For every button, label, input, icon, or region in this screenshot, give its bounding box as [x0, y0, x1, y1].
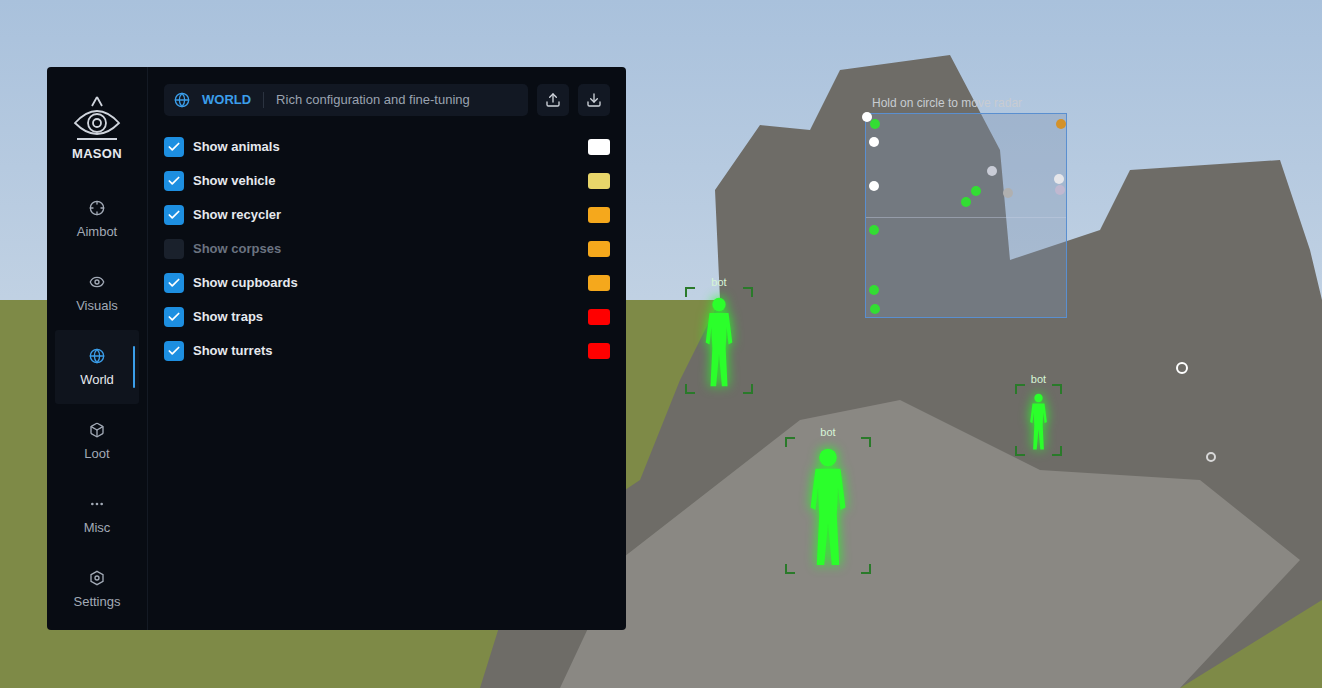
check-icon: [167, 310, 181, 324]
radar-dot: [870, 304, 880, 314]
color-swatch[interactable]: [588, 309, 610, 325]
color-swatch[interactable]: [588, 275, 610, 291]
color-swatch[interactable]: [588, 241, 610, 257]
option-row[interactable]: Show recycler: [164, 198, 610, 232]
nav-item[interactable]: Aimbot: [55, 182, 139, 256]
radar-dot: [1056, 119, 1066, 129]
section-header: WORLDRich configuration and fine-tuning: [164, 84, 528, 116]
esp-label: bot: [1015, 373, 1062, 385]
nav-item[interactable]: World: [55, 330, 139, 404]
color-swatch[interactable]: [588, 343, 610, 359]
radar-dot: [971, 186, 981, 196]
esp-box: bot: [685, 287, 753, 394]
nav-item[interactable]: Loot: [55, 404, 139, 478]
import-button[interactable]: [578, 84, 610, 116]
esp-label: bot: [685, 276, 753, 288]
checkbox[interactable]: [164, 273, 184, 293]
color-swatch[interactable]: [588, 207, 610, 223]
nav-icon: [89, 496, 105, 512]
checkbox[interactable]: [164, 171, 184, 191]
nav-icon: [89, 200, 105, 216]
check-icon: [167, 344, 181, 358]
nav-item[interactable]: Settings: [55, 552, 139, 626]
export-button[interactable]: [537, 84, 569, 116]
radar-dot: [869, 285, 879, 295]
checkbox[interactable]: [164, 239, 184, 259]
esp-label: bot: [785, 426, 871, 438]
radar-dot: [869, 181, 879, 191]
radar-dot: [869, 137, 879, 147]
option-row[interactable]: Show vehicle: [164, 164, 610, 198]
radar[interactable]: [865, 113, 1067, 318]
checkbox[interactable]: [164, 341, 184, 361]
nav-icon: [89, 348, 105, 364]
player-figure-icon: [1021, 392, 1056, 452]
radar-hint: Hold on circle to move radar: [872, 96, 1022, 110]
download-icon: [586, 92, 602, 108]
content: WORLDRich configuration and fine-tuning S…: [148, 67, 626, 630]
radar-dot: [1054, 174, 1064, 184]
check-icon: [167, 174, 181, 188]
option-row[interactable]: Show cupboards: [164, 266, 610, 300]
check-icon: [167, 276, 181, 290]
option-row[interactable]: Show corpses: [164, 232, 610, 266]
esp-box: bot: [1015, 384, 1062, 456]
radar-dot: [961, 197, 971, 207]
color-swatch[interactable]: [588, 173, 610, 189]
option-row[interactable]: Show animals: [164, 130, 610, 164]
upload-icon: [545, 92, 561, 108]
option-row[interactable]: Show turrets: [164, 334, 610, 368]
check-icon: [167, 208, 181, 222]
settings-icon: [89, 570, 105, 586]
check-icon: [167, 140, 181, 154]
player-figure-icon: [691, 295, 747, 390]
nav-icon: [89, 422, 105, 438]
radar-dot: [987, 166, 997, 176]
checkbox[interactable]: [164, 137, 184, 157]
game-screen: Hold on circle to move radarbotbotbotMAS…: [0, 0, 1322, 688]
checkbox[interactable]: [164, 205, 184, 225]
player-figure-icon: [791, 445, 865, 570]
marker: [1206, 452, 1216, 462]
radar-dot: [1055, 185, 1065, 195]
sidebar: MASON AimbotVisualsWorldLootMiscSettings: [47, 67, 148, 630]
radar-dot: [870, 119, 880, 129]
marker: [1176, 362, 1188, 374]
brand: MASON: [72, 147, 122, 161]
nav-item[interactable]: Visuals: [55, 256, 139, 330]
globe-icon: [174, 92, 190, 108]
logo-icon: [72, 95, 122, 141]
nav-icon: [89, 274, 105, 290]
option-row[interactable]: Show traps: [164, 300, 610, 334]
radar-dot: [1003, 188, 1013, 198]
esp-box: bot: [785, 437, 871, 574]
nav-item[interactable]: Misc: [55, 478, 139, 552]
radar-dot: [869, 225, 879, 235]
active-bar: [133, 346, 135, 388]
checkbox[interactable]: [164, 307, 184, 327]
cheat-menu[interactable]: MASONAimbotVisualsWorldLootMiscSettingsW…: [47, 67, 626, 630]
color-swatch[interactable]: [588, 139, 610, 155]
